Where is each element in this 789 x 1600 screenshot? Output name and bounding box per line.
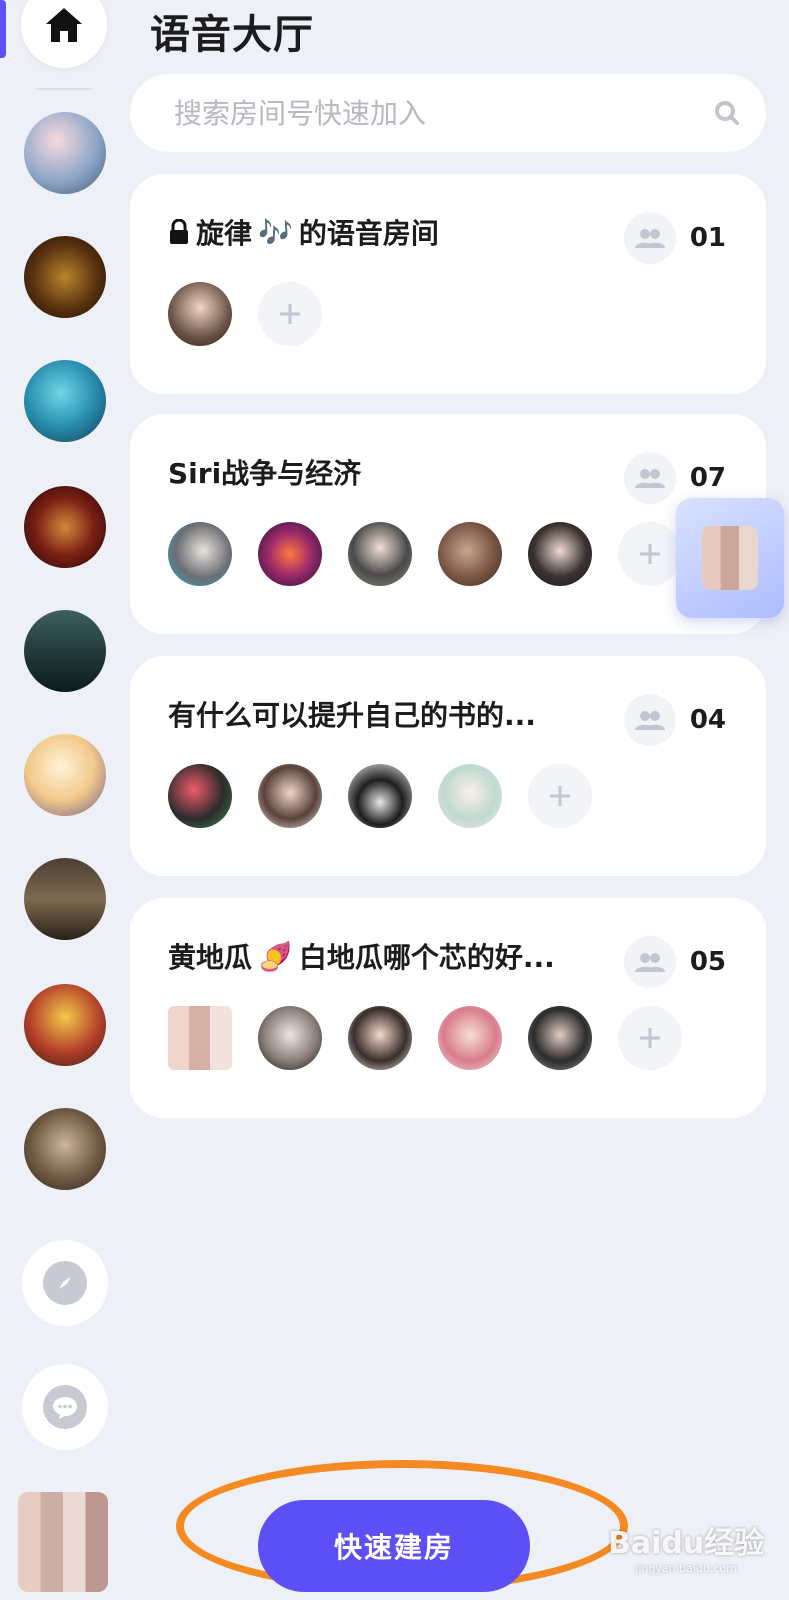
- people-icon: [634, 953, 665, 972]
- sweet-potato-emoji: 🍠: [258, 939, 293, 973]
- room-title: 黄地瓜 🍠 白地瓜哪个芯的好...: [168, 939, 555, 975]
- member-avatar[interactable]: [168, 522, 232, 586]
- music-notes-emoji: 🎶: [258, 215, 293, 249]
- member-count: 04: [623, 694, 726, 746]
- member-avatar[interactable]: [168, 764, 232, 828]
- room-card[interactable]: 旋律 🎶 的语音房间 01: [130, 174, 766, 394]
- member-avatar[interactable]: [348, 764, 412, 828]
- plus-icon: [640, 1028, 660, 1048]
- plus-icon: [550, 786, 570, 806]
- join-seat-button[interactable]: [618, 522, 682, 586]
- member-count: 07: [623, 452, 726, 504]
- game-icon-identity-v[interactable]: [24, 1108, 106, 1190]
- member-avatars: [168, 522, 682, 586]
- join-seat-button[interactable]: [528, 764, 592, 828]
- member-avatars: [168, 1006, 682, 1070]
- plus-icon: [280, 304, 300, 324]
- game-icon-genshin[interactable]: [24, 734, 106, 816]
- discover-button[interactable]: [22, 1240, 108, 1326]
- watermark: Baidu经验 jingyan.baidu.com: [608, 1526, 765, 1575]
- member-avatar[interactable]: [528, 522, 592, 586]
- page-title: 语音大厅: [150, 12, 314, 58]
- floating-room-avatar: [702, 526, 758, 590]
- member-avatar[interactable]: [438, 1006, 502, 1070]
- member-avatar[interactable]: [258, 522, 322, 586]
- member-avatar[interactable]: [168, 282, 232, 346]
- member-avatar[interactable]: [348, 1006, 412, 1070]
- game-icon-diablo[interactable]: [24, 486, 106, 568]
- room-title: Siri战争与经济: [168, 457, 362, 490]
- join-seat-button[interactable]: [618, 1006, 682, 1070]
- member-avatars: [168, 282, 322, 346]
- messages-button[interactable]: [22, 1364, 108, 1450]
- member-avatar[interactable]: [258, 1006, 322, 1070]
- home-button[interactable]: [21, 0, 107, 68]
- active-indicator: [0, 0, 6, 58]
- home-icon: [46, 8, 82, 42]
- member-avatar[interactable]: [438, 522, 502, 586]
- room-title: 有什么可以提升自己的书的...: [168, 699, 536, 732]
- search-icon[interactable]: [714, 100, 740, 126]
- room-card[interactable]: Siri战争与经济 07: [130, 414, 766, 634]
- sidebar: [0, 0, 128, 1600]
- search-input[interactable]: [174, 96, 714, 130]
- member-avatar[interactable]: [438, 764, 502, 828]
- plus-icon: [640, 544, 660, 564]
- room-card[interactable]: 有什么可以提升自己的书的... 04: [130, 656, 766, 876]
- member-count: 01: [623, 212, 726, 264]
- chat-icon: [53, 1397, 77, 1419]
- people-icon: [634, 711, 665, 730]
- compass-icon: [59, 1277, 71, 1289]
- quick-create-room-button[interactable]: 快速建房: [258, 1500, 530, 1592]
- room-card[interactable]: 黄地瓜 🍠 白地瓜哪个芯的好... 05: [130, 898, 766, 1118]
- member-avatar[interactable]: [168, 1006, 232, 1070]
- join-seat-button[interactable]: [258, 282, 322, 346]
- member-avatar[interactable]: [528, 1006, 592, 1070]
- sidebar-divider: [36, 88, 92, 90]
- game-icon-identity-v-event[interactable]: [24, 112, 106, 194]
- game-icon-peace-elite[interactable]: [24, 236, 106, 318]
- search-bar[interactable]: [130, 74, 766, 152]
- member-avatar[interactable]: [258, 764, 322, 828]
- game-icon-forest-game[interactable]: [24, 610, 106, 692]
- member-count: 05: [623, 936, 726, 988]
- user-avatar[interactable]: [18, 1492, 108, 1592]
- people-icon: [634, 229, 665, 248]
- people-icon: [634, 469, 665, 488]
- lock-icon: [170, 219, 188, 244]
- member-avatar[interactable]: [348, 522, 412, 586]
- room-title: 旋律 🎶 的语音房间: [168, 212, 439, 252]
- member-avatars: [168, 764, 592, 828]
- floating-room-window[interactable]: [676, 498, 784, 618]
- game-icon-league-wild-rift[interactable]: [24, 360, 106, 442]
- game-icon-pubg[interactable]: [24, 984, 106, 1066]
- game-icon-call-of-duty[interactable]: [24, 858, 106, 940]
